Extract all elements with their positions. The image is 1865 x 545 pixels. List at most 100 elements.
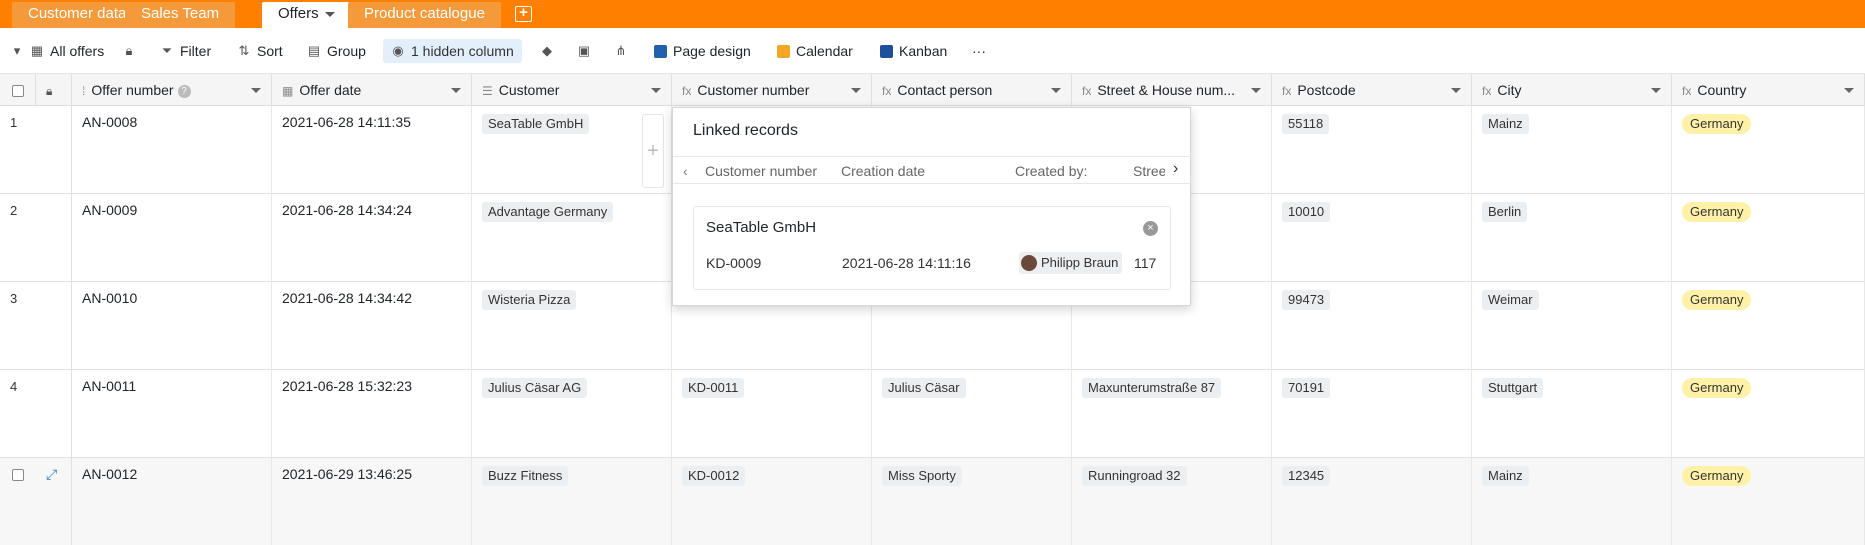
country-cell[interactable]: Germany: [1682, 466, 1752, 486]
chevron-down-icon[interactable]: [451, 88, 461, 93]
help-icon[interactable]: ?: [177, 84, 191, 98]
view-selector[interactable]: ▾ ▦ All offers: [10, 41, 104, 61]
formula-icon: fx: [682, 84, 692, 98]
offer-date-cell[interactable]: 2021-06-28 15:32:23: [282, 378, 412, 394]
tab-product-catalogue[interactable]: Product catalogue: [348, 2, 501, 28]
offer-date-cell[interactable]: 2021-06-28 14:11:35: [282, 114, 411, 130]
customer-link-tag[interactable]: SeaTable GmbH: [482, 114, 590, 134]
add-table-button[interactable]: +: [515, 5, 532, 22]
chevron-down-icon[interactable]: [1844, 88, 1854, 93]
offer-date-cell[interactable]: 2021-06-29 13:46:25: [282, 466, 412, 482]
country-cell[interactable]: Germany: [1682, 114, 1752, 134]
column-header-customer-number[interactable]: fx Customer number: [672, 74, 872, 106]
tab-sales-team[interactable]: Sales Team: [125, 2, 236, 28]
postcode-cell[interactable]: 55118: [1282, 114, 1330, 134]
row-number: 3: [10, 291, 18, 306]
customer-link-tag[interactable]: Wisteria Pizza: [482, 290, 577, 310]
formula-icon: fx: [1282, 84, 1292, 98]
customer-link-tag[interactable]: Buzz Fitness: [482, 466, 569, 486]
city-cell[interactable]: Mainz: [1482, 114, 1529, 134]
share-button[interactable]: ⋔: [614, 41, 628, 61]
column-label: Street & House num...: [1097, 82, 1236, 98]
tab-customer-data[interactable]: Customer data: [12, 2, 143, 28]
postcode-cell[interactable]: 70191: [1282, 378, 1331, 398]
postcode-cell[interactable]: 99473: [1282, 290, 1331, 310]
country-cell[interactable]: Germany: [1682, 290, 1752, 310]
add-link-button[interactable]: +: [642, 114, 664, 188]
contact-person-cell[interactable]: Miss Sporty: [882, 466, 962, 486]
column-header-postcode[interactable]: fx Postcode: [1272, 74, 1472, 106]
chevron-down-icon[interactable]: [851, 88, 861, 93]
view-name: All offers: [50, 43, 105, 59]
close-icon[interactable]: ×: [1143, 221, 1158, 236]
chevron-down-icon[interactable]: [251, 88, 261, 93]
offer-number-cell[interactable]: AN-0011: [82, 378, 136, 394]
offer-number-cell[interactable]: AN-0012: [82, 466, 137, 482]
city-cell[interactable]: Berlin: [1482, 202, 1528, 222]
checkbox[interactable]: [12, 85, 24, 98]
street-cell[interactable]: Maxunterumstraße 87: [1082, 378, 1222, 398]
row-color-button[interactable]: ◆: [540, 41, 554, 61]
chevron-down-icon[interactable]: [1651, 88, 1661, 93]
chevron-down-icon[interactable]: [651, 88, 661, 93]
street-cell[interactable]: Runningroad 32: [1082, 466, 1187, 486]
filter-button[interactable]: ⏷ Filter: [160, 41, 211, 61]
column-header-customer[interactable]: ☰ Customer: [472, 74, 672, 106]
lock-view-button[interactable]: 🔒︎: [122, 41, 136, 61]
linked-street: 117: [1134, 255, 1157, 271]
tab-offers[interactable]: Offers: [262, 2, 351, 28]
chevron-down-icon[interactable]: [324, 11, 335, 17]
postcode-cell[interactable]: 10010: [1282, 202, 1331, 222]
chevron-left-icon[interactable]: ‹: [683, 163, 688, 179]
group-button[interactable]: ▤ Group: [307, 41, 366, 61]
customer-number-cell[interactable]: KD-0012: [682, 466, 746, 486]
offer-number-cell[interactable]: AN-0008: [82, 114, 137, 130]
postcode-cell[interactable]: 12345: [1282, 466, 1331, 486]
more-button[interactable]: ···: [972, 41, 986, 61]
kanban-button[interactable]: Kanban: [880, 41, 947, 61]
grid-header: 🔒︎ ⁞ Offer number? ▦ Offer date ☰ Customer …: [0, 74, 1865, 106]
offer-number-cell[interactable]: AN-0009: [82, 202, 137, 218]
grid-icon: ▦: [30, 43, 44, 58]
calendar-button[interactable]: Calendar: [777, 41, 853, 61]
linked-creation-date: 2021-06-28 14:11:16: [842, 255, 971, 271]
table-row[interactable]: 4 AN-0011 2021-06-28 15:32:23 Julius Cäs…: [0, 370, 1865, 458]
linked-record-card[interactable]: SeaTable GmbH × KD-0009 2021-06-28 14:11…: [693, 206, 1171, 290]
popup-title: Linked records: [693, 122, 798, 139]
chevron-down-icon[interactable]: [1051, 88, 1061, 93]
customer-link-tag[interactable]: Julius Cäsar AG: [482, 378, 588, 398]
hidden-columns-button[interactable]: ◉ 1 hidden column: [383, 39, 522, 63]
column-header-offer-date[interactable]: ▦ Offer date: [272, 74, 472, 106]
column-header-street[interactable]: fx Street & House num...: [1072, 74, 1272, 106]
contact-person-cell[interactable]: Julius Cäsar: [882, 378, 966, 398]
column-label: Customer: [498, 82, 560, 98]
expand-row-icon[interactable]: ⤢: [46, 466, 57, 482]
row-height-button[interactable]: ▣: [577, 41, 591, 61]
customer-link-tag[interactable]: Advantage Germany: [482, 202, 614, 222]
city-cell[interactable]: Weimar: [1482, 290, 1539, 310]
table-row[interactable]: ⤢ AN-0012 2021-06-29 13:46:25 Buzz Fitne…: [0, 458, 1865, 545]
chevron-right-icon[interactable]: ›: [1173, 160, 1178, 178]
column-header-contact-person[interactable]: fx Contact person: [872, 74, 1072, 106]
offer-date-cell[interactable]: 2021-06-28 14:34:24: [282, 202, 412, 218]
sort-button[interactable]: ⇅ Sort: [237, 41, 283, 61]
offer-date-cell[interactable]: 2021-06-28 14:34:42: [282, 290, 412, 306]
user-name: Philipp Braun: [1041, 255, 1119, 270]
calendar-icon: [777, 44, 790, 58]
select-all-checkbox[interactable]: [0, 74, 36, 106]
column-header-country[interactable]: fx Country: [1672, 74, 1865, 106]
calendar-label: Calendar: [796, 43, 853, 59]
column-header-offer-number[interactable]: ⁞ Offer number?: [72, 74, 272, 106]
country-cell[interactable]: Germany: [1682, 202, 1752, 222]
page-design-label: Page design: [673, 43, 751, 59]
customer-number-cell[interactable]: KD-0011: [682, 378, 745, 398]
city-cell[interactable]: Stuttgart: [1482, 378, 1544, 398]
city-cell[interactable]: Mainz: [1482, 466, 1529, 486]
page-design-button[interactable]: Page design: [654, 41, 751, 61]
row-checkbox[interactable]: [12, 469, 24, 482]
chevron-down-icon[interactable]: [1251, 88, 1261, 93]
column-header-city[interactable]: fx City: [1472, 74, 1672, 106]
country-cell[interactable]: Germany: [1682, 378, 1752, 398]
offer-number-cell[interactable]: AN-0010: [82, 290, 137, 306]
chevron-down-icon[interactable]: [1451, 88, 1461, 93]
